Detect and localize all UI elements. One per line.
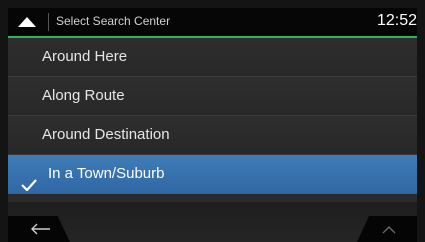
clock: 12:52 — [376, 12, 417, 29]
checkmark-icon — [20, 168, 38, 192]
header-divider — [48, 13, 49, 31]
up-triangle-icon[interactable] — [16, 13, 38, 31]
option-around-here[interactable]: Around Here — [8, 38, 417, 77]
option-list: Around Here Along Route Around Destinati… — [8, 38, 417, 194]
scroll-up-button[interactable] — [357, 216, 417, 242]
bottom-bar — [8, 202, 417, 242]
option-around-destination[interactable]: Around Destination — [8, 116, 417, 155]
option-label: In a Town/Suburb — [48, 165, 165, 182]
header-bar: Select Search Center 12:52 — [8, 8, 417, 38]
chevron-up-icon — [382, 226, 396, 234]
search-center-screen: Select Search Center 12:52 Around Here A… — [8, 8, 417, 242]
option-label: Around Destination — [42, 126, 170, 143]
option-in-a-town-suburb[interactable]: In a Town/Suburb — [8, 155, 417, 194]
option-label: Along Route — [42, 87, 125, 104]
option-along-route[interactable]: Along Route — [8, 77, 417, 116]
option-label: Around Here — [42, 48, 128, 65]
back-button[interactable] — [8, 216, 70, 242]
back-arrow-icon — [31, 223, 50, 235]
page-title: Select Search Center — [56, 14, 171, 28]
